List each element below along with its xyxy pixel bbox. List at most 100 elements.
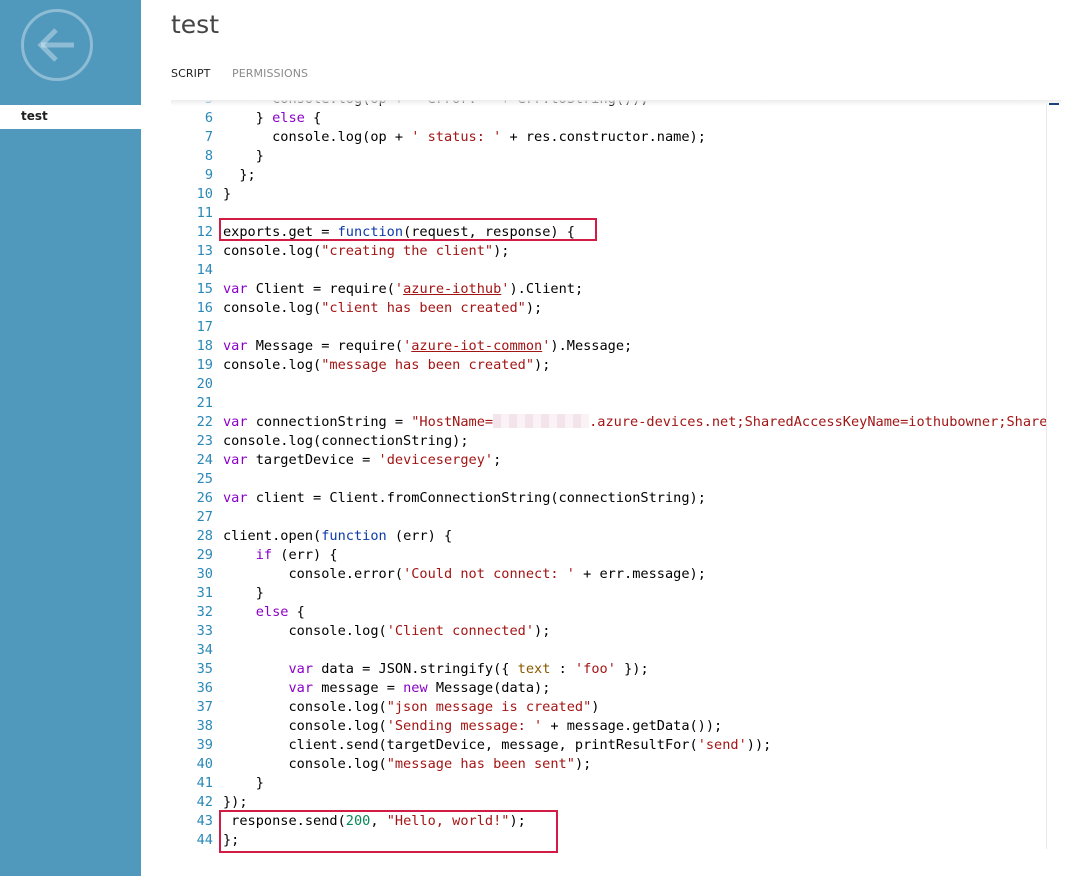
code-text: console.error('Could not connect: ' + er… — [223, 565, 705, 584]
code-token: ); — [574, 756, 592, 772]
code-text: var connectionString = "HostName= .azure-… — [223, 413, 1047, 432]
line-number: 9 — [204, 167, 213, 183]
code-token: "creating the client" — [321, 243, 494, 259]
code-text: } — [223, 147, 264, 166]
code-token: var — [223, 490, 248, 506]
line-number: 8 — [204, 148, 213, 164]
code-text: var Message = require('azure-iot-common'… — [223, 337, 632, 356]
line-number: 34 — [196, 642, 213, 658]
back-button[interactable] — [21, 9, 93, 81]
code-token: 'send' — [697, 737, 747, 753]
code-token: 'Client connected' — [386, 623, 535, 639]
code-text: console.log("message has been sent"); — [223, 755, 591, 774]
line-number: 22 — [196, 414, 213, 430]
code-token: 'Could not connect: ' — [403, 566, 575, 582]
code-token: "json message is created" — [386, 699, 592, 715]
code-token: var — [223, 338, 248, 354]
scrollbar-thumb[interactable] — [1049, 103, 1059, 105]
code-token: var — [223, 452, 248, 468]
line-number: 12 — [196, 224, 213, 240]
code-token: + res.constructor.name); — [501, 129, 706, 145]
line-number: 15 — [196, 281, 213, 297]
code-token: (err) { — [386, 528, 453, 544]
code-token: console.log( — [223, 243, 322, 259]
code-token: }; — [223, 167, 256, 183]
code-text: console.log(connectionString); — [223, 432, 469, 451]
code-text: var data = JSON.stringify({ text : 'foo'… — [223, 660, 648, 679]
line-number: 33 — [196, 623, 213, 639]
code-text: console.log(op + ' status: ' + res.const… — [223, 128, 706, 147]
code-text: client.send(targetDevice, message, print… — [223, 736, 771, 755]
sidebar-item-label: test — [21, 109, 48, 123]
code-token: console.log( — [223, 756, 387, 772]
code-token: ); — [525, 300, 543, 316]
line-number: 28 — [196, 528, 213, 544]
back-arrow-icon — [37, 28, 74, 62]
code-token: "client has been created" — [321, 300, 526, 316]
code-text: } — [223, 774, 264, 793]
code-token: }); — [223, 794, 248, 810]
code-text: console.log("json message is created") — [223, 698, 599, 717]
code-text: var targetDevice = 'devicesergey'; — [223, 451, 501, 470]
code-token: 'foo' — [574, 661, 616, 677]
line-number: 26 — [196, 490, 213, 506]
line-number: 24 — [196, 452, 213, 468]
code-token: (err) { — [272, 547, 338, 563]
line-number: 25 — [196, 471, 213, 487]
code-token: 'Sending message: ' — [386, 718, 543, 734]
code-token: .azure-devices.net;SharedAccessKeyName=i… — [589, 414, 1048, 430]
code-text: client.open(function (err) { — [223, 527, 452, 546]
code-text: console.log("client has been created"); — [223, 299, 542, 318]
line-number: 32 — [196, 604, 213, 620]
highlight-box-response-send — [219, 810, 558, 853]
code-token: console.log(connectionString); — [223, 433, 469, 449]
code-token: ) — [591, 699, 600, 715]
tab-script[interactable]: SCRIPT — [171, 67, 211, 80]
code-token: Client = require( — [247, 281, 395, 297]
code-token: var — [288, 661, 314, 677]
line-number: 20 — [196, 376, 213, 392]
line-number: 30 — [196, 566, 213, 582]
code-token: targetDevice = — [247, 452, 379, 468]
code-token: : — [550, 661, 575, 677]
code-token: message = — [313, 680, 404, 696]
code-token: ); — [534, 357, 551, 373]
code-text: console.log("creating the client"); — [223, 242, 509, 261]
line-number: 6 — [204, 110, 213, 126]
tab-permissions[interactable]: PERMISSIONS — [232, 67, 308, 80]
code-token: else — [255, 604, 289, 620]
code-text: console.log('Sending message: ' + messag… — [223, 717, 722, 736]
code-text: else { — [223, 603, 305, 622]
line-number: 44 — [196, 832, 213, 848]
code-text: console.log("message has been created"); — [223, 356, 550, 375]
code-token: console.log( — [223, 718, 387, 734]
line-number: 10 — [196, 186, 213, 202]
line-number: 11 — [196, 205, 213, 221]
code-token: var — [223, 414, 248, 430]
code-text: } — [223, 584, 264, 603]
code-token: client.open( — [223, 528, 322, 544]
sidebar-item-test[interactable]: test — [0, 105, 141, 129]
line-number: 35 — [196, 661, 213, 677]
line-number: 21 — [196, 395, 213, 411]
code-text: } — [223, 185, 231, 204]
code-token: ; — [493, 452, 502, 468]
line-number: 27 — [196, 509, 213, 525]
code-token: { — [288, 604, 305, 620]
code-editor[interactable]: 5 console.log(op + ' error: ' + err.toSt… — [171, 100, 1061, 852]
editor-top-shadow — [171, 100, 1061, 106]
code-token: data = JSON.stringify({ — [313, 661, 518, 677]
code-token: ' status: ' — [411, 129, 502, 145]
code-token: console.log( — [223, 623, 387, 639]
code-token: console.log( — [223, 699, 387, 715]
code-token: ' — [394, 281, 404, 297]
code-token: connectionString = — [247, 414, 412, 430]
code-text: if (err) { — [223, 546, 338, 565]
editor-scrollbar[interactable] — [1046, 103, 1060, 849]
line-number: 42 — [196, 794, 213, 810]
code-token: "message has been created" — [321, 357, 535, 373]
page-title: test — [171, 10, 220, 39]
code-token: "message has been sent" — [386, 756, 575, 772]
